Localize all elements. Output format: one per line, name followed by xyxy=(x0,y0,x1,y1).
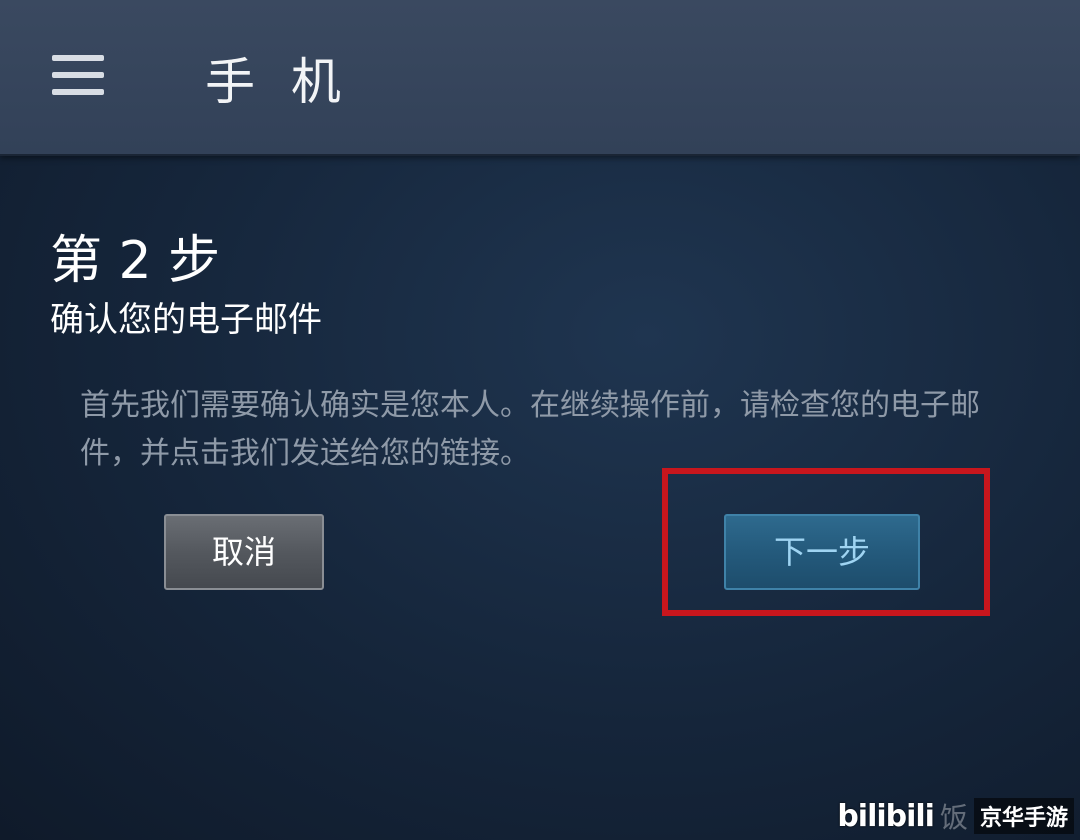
cancel-button[interactable]: 取消 xyxy=(164,514,324,590)
highlight-annotation-box xyxy=(662,468,990,616)
watermark-brand: 京华手游 xyxy=(973,798,1074,834)
bilibili-logo: bilibili xyxy=(837,798,935,834)
app-header: 手 机 xyxy=(0,0,1080,156)
step-description: 首先我们需要确认确实是您本人。在继续操作前，请检查您的电子邮件，并点击我们发送给… xyxy=(80,388,980,471)
watermark: bilibili 饭 京华手游 xyxy=(837,796,1074,836)
step-subtitle: 确认您的电子邮件 xyxy=(50,300,322,340)
hamburger-menu-icon[interactable] xyxy=(52,55,104,95)
page-title: 手 机 xyxy=(205,53,351,111)
step-title: 第 2 步 xyxy=(50,231,221,291)
watermark-faint-text: 饭 xyxy=(939,801,968,834)
